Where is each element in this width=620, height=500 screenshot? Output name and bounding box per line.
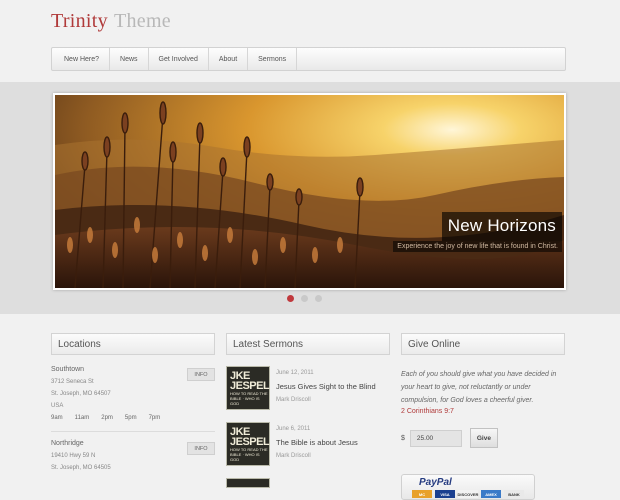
sermons-list: JKE JESPEL HOW TO READ THE BIBLE · WHO I… [226, 366, 390, 488]
nav-item-get-involved[interactable]: Get Involved [149, 48, 209, 70]
sermon-title-link[interactable]: The Bible is about Jesus [276, 438, 358, 447]
give-button[interactable]: Give [469, 428, 498, 448]
nav-item-sermons[interactable]: Sermons [248, 48, 298, 70]
service-time: 5pm [124, 415, 137, 421]
thumbnail-title: JKE JESPEL [230, 425, 270, 448]
service-time: 9am [51, 415, 63, 421]
nav-item-about[interactable]: About [209, 48, 249, 70]
hero-slide[interactable]: New Horizons Experience the joy of new l… [53, 93, 566, 290]
slider-dot-1[interactable] [287, 295, 294, 302]
sunset-landscape-image [55, 95, 564, 288]
nav-item-new-here[interactable]: New Here? [52, 48, 111, 70]
sermon-date: June 6, 2011 [276, 426, 311, 432]
currency-symbol: $ [401, 434, 405, 442]
thumbnail-subtitle: HOW TO READ THE BIBLE · WHO IS GOD [230, 446, 268, 462]
location-item: INFO Southtown 3712 Seneca St St. Joseph… [51, 366, 215, 421]
slider-dot-3[interactable] [315, 295, 322, 302]
service-times: 9am 11am 2pm 5pm 7pm [51, 415, 215, 421]
give-online-heading: Give Online [401, 333, 565, 355]
sermon-item: JKE JESPEL HOW TO READ THE BIBLE · WHO I… [226, 422, 390, 478]
visa-icon: VISA [435, 490, 455, 498]
thumbnail-title: JKE JESPEL [230, 369, 270, 392]
discover-icon: DISCOVER [457, 490, 479, 498]
slide-caption-subtitle: Experience the joy of new life that is f… [393, 241, 562, 252]
location-country: USA [51, 403, 64, 409]
give-form: $ Give [401, 428, 565, 448]
site-logo[interactable]: Trinity Theme [51, 10, 171, 33]
sermon-date: June 12, 2011 [276, 370, 314, 376]
main-navigation: New Here? News Get Involved About Sermon… [51, 47, 566, 71]
logo-word-1: Trinity [51, 10, 108, 32]
logo-word-2: Theme [113, 10, 171, 32]
location-address-line2: St. Joseph, MO 64507 [51, 391, 111, 397]
nav-item-news[interactable]: News [110, 48, 149, 70]
give-online-widget: Each of you should give what you have de… [401, 368, 565, 500]
mastercard-icon: MC [412, 490, 432, 498]
amount-input[interactable] [409, 429, 462, 447]
bank-icon: BANK [504, 490, 524, 498]
divider [51, 431, 215, 432]
locations-list: INFO Southtown 3712 Seneca St St. Joseph… [51, 366, 215, 471]
location-address-line2: St. Joseph, MO 64505 [51, 465, 111, 471]
verse-reference: 2 Corinthians 9:7 [401, 408, 454, 415]
slide-caption-title: New Horizons [441, 212, 562, 241]
paypal-badge[interactable]: PayPal MC VISA DISCOVER AMEX BANK [401, 474, 535, 500]
sermon-author: Mark Driscoll [276, 397, 311, 403]
sermon-author: Mark Driscoll [276, 453, 311, 459]
card-logos: MC VISA DISCOVER AMEX BANK [412, 490, 524, 498]
slider-dot-2[interactable] [301, 295, 308, 302]
slider-pagination [287, 295, 322, 302]
service-time: 11am [74, 415, 90, 421]
location-info-button[interactable]: INFO [187, 442, 215, 455]
sermon-item: JKE JESPEL HOW TO READ THE BIBLE · WHO I… [226, 366, 390, 422]
location-info-button[interactable]: INFO [187, 368, 215, 381]
service-time: 7pm [148, 415, 161, 421]
latest-sermons-heading: Latest Sermons [226, 333, 390, 355]
sermon-thumbnail[interactable]: JKE JESPEL HOW TO READ THE BIBLE · WHO I… [226, 366, 270, 410]
service-time: 2pm [101, 415, 113, 421]
sermon-thumbnail[interactable]: JKE JESPEL HOW TO READ THE BIBLE · WHO I… [226, 422, 270, 466]
sermon-thumbnail-partial[interactable] [226, 478, 270, 488]
location-item: INFO Northridge 19410 Hwy 59 N St. Josep… [51, 440, 215, 471]
thumbnail-subtitle: HOW TO READ THE BIBLE · WHO IS GOD [230, 390, 268, 406]
locations-heading: Locations [51, 333, 215, 355]
giving-verse: Each of you should give what you have de… [401, 371, 557, 404]
sermon-title-link[interactable]: Jesus Gives Sight to the Blind [276, 382, 376, 391]
amex-icon: AMEX [481, 490, 501, 498]
paypal-logo: PayPal [419, 477, 452, 488]
